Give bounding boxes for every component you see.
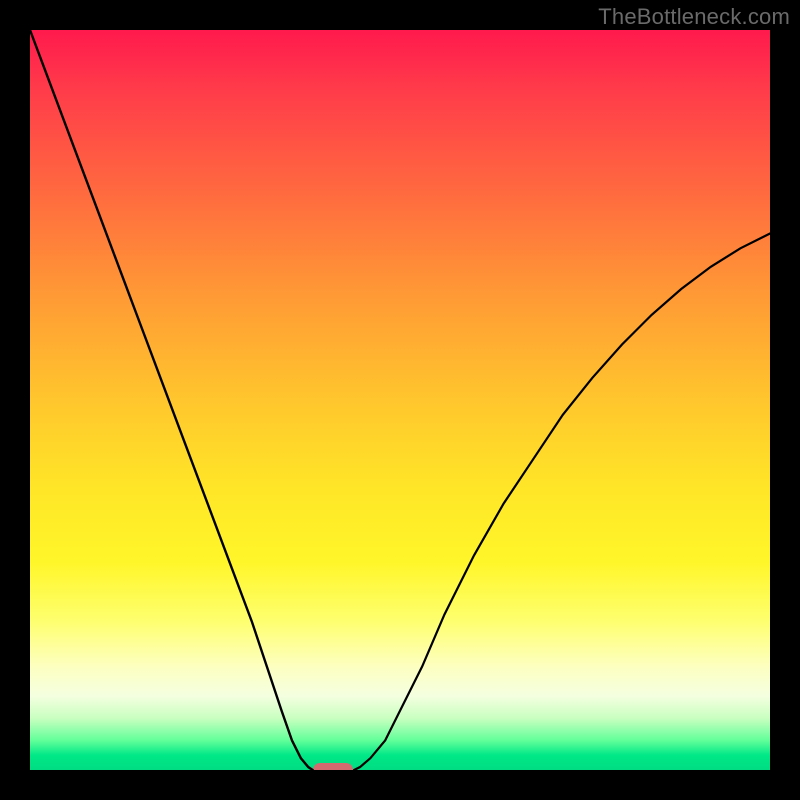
curve-layer bbox=[30, 30, 770, 770]
curve-right-branch bbox=[354, 234, 770, 771]
curve-left-branch bbox=[30, 30, 313, 770]
chart-frame: TheBottleneck.com bbox=[0, 0, 800, 800]
watermark-text: TheBottleneck.com bbox=[598, 4, 790, 30]
plot-area bbox=[30, 30, 770, 770]
